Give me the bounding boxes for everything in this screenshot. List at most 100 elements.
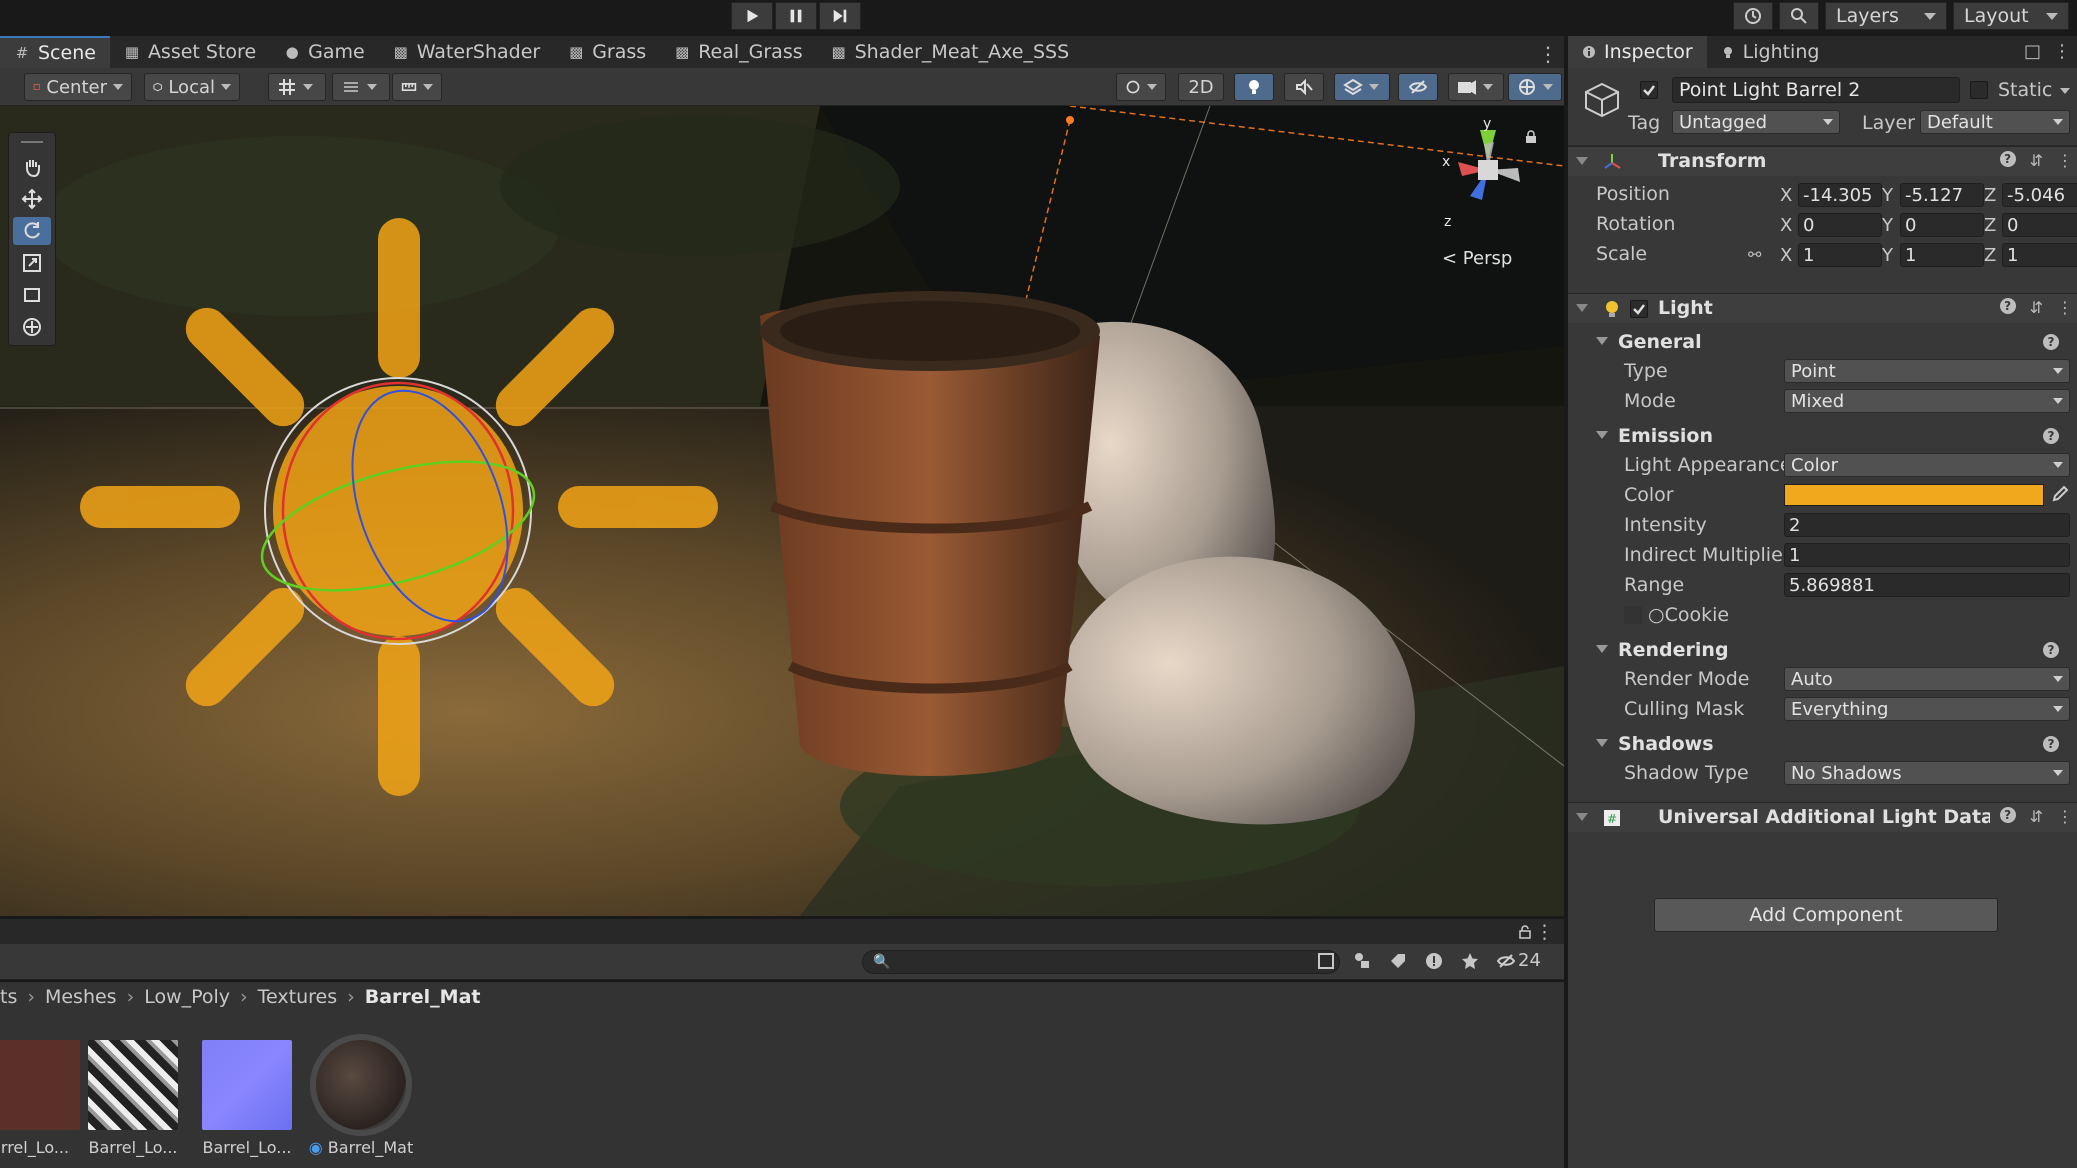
- camera-settings-button[interactable]: [1448, 73, 1504, 101]
- tab-grass[interactable]: ▩ Grass: [554, 36, 660, 68]
- lock-icon[interactable]: [1518, 925, 1532, 939]
- presets-icon[interactable]: ⇵: [2030, 151, 2043, 170]
- intensity-field[interactable]: 2: [1784, 513, 2070, 537]
- tab-asset-store[interactable]: ▦ Asset Store: [110, 36, 270, 68]
- scene-viewport[interactable]: y x z < Persp: [0, 106, 1564, 916]
- scale-z-field[interactable]: 1: [2002, 243, 2077, 267]
- add-component-button[interactable]: Add Component: [1654, 898, 1998, 932]
- help-icon[interactable]: ?: [1999, 807, 2016, 823]
- position-z-field[interactable]: -5.046: [2002, 183, 2077, 207]
- transform-tool[interactable]: [13, 313, 51, 341]
- rotation-y-field[interactable]: 0: [1900, 213, 1984, 237]
- gizmos-toggle[interactable]: [1508, 73, 1562, 101]
- object-picker-icon[interactable]: ○: [1648, 604, 1665, 626]
- drag-handle[interactable]: [21, 141, 43, 145]
- search-by-type-icon[interactable]: [1316, 951, 1336, 971]
- chevron-down-icon[interactable]: [1576, 157, 1588, 165]
- pause-button[interactable]: [775, 2, 817, 30]
- lighting-toggle[interactable]: [1234, 73, 1274, 101]
- help-icon[interactable]: ?: [2043, 428, 2059, 444]
- shading-mode-button[interactable]: [1116, 73, 1166, 101]
- emission-section[interactable]: Emission ?: [1568, 422, 2077, 450]
- tab-shader-meat-axe[interactable]: ▩ Shader_Meat_Axe_SSS: [817, 36, 1084, 68]
- perspective-label[interactable]: < Persp: [1442, 248, 1512, 269]
- more-options-icon[interactable]: ⋮: [2057, 807, 2073, 826]
- pivot-dropdown[interactable]: Center: [24, 73, 132, 101]
- lock-icon[interactable]: [1524, 130, 1538, 144]
- help-icon[interactable]: ?: [2043, 642, 2059, 658]
- mode-dropdown[interactable]: Mixed: [1784, 389, 2070, 413]
- breadcrumb-item[interactable]: Meshes: [45, 986, 117, 1008]
- chevron-down-icon[interactable]: [2060, 88, 2070, 94]
- more-options-icon[interactable]: ⋮: [2057, 298, 2073, 317]
- constrain-proportions-icon[interactable]: ⚯: [1748, 245, 1761, 264]
- general-section[interactable]: General ?: [1568, 328, 2077, 356]
- render-mode-dropdown[interactable]: Auto: [1784, 667, 2070, 691]
- play-button[interactable]: [731, 2, 773, 30]
- urp-light-data-header[interactable]: # Universal Additional Light Data (Scr ?…: [1568, 802, 2077, 832]
- more-options-icon[interactable]: ⋮: [1535, 921, 1554, 943]
- object-name-field[interactable]: Point Light Barrel 2: [1672, 77, 1960, 103]
- step-button[interactable]: [819, 2, 861, 30]
- lock-icon[interactable]: □: [2024, 41, 2041, 62]
- filter-by-label-icon[interactable]: [1388, 951, 1408, 971]
- tab-game[interactable]: ● Game: [270, 36, 379, 68]
- rotation-x-field[interactable]: 0: [1798, 213, 1882, 237]
- increment-snap-button[interactable]: [332, 73, 390, 101]
- hidden-packages-toggle[interactable]: 24: [1496, 950, 1541, 971]
- rotate-tool[interactable]: [13, 217, 51, 245]
- tab-watershader[interactable]: ▩ WaterShader: [379, 36, 554, 68]
- grid-snap-button[interactable]: [268, 73, 326, 101]
- transform-component-header[interactable]: Transform ? ⇵ ⋮: [1568, 146, 2077, 176]
- chevron-down-icon[interactable]: [1596, 645, 1608, 653]
- more-options-icon[interactable]: ⋮: [2057, 151, 2073, 170]
- position-y-field[interactable]: -5.127: [1900, 183, 1984, 207]
- asset-item[interactable]: Barrel_Lo...: [78, 1028, 188, 1157]
- help-icon[interactable]: ?: [2043, 334, 2059, 350]
- history-button[interactable]: [1733, 2, 1773, 30]
- presets-icon[interactable]: ⇵: [2030, 298, 2043, 317]
- audio-toggle[interactable]: [1284, 73, 1324, 101]
- type-dropdown[interactable]: Point: [1784, 359, 2070, 383]
- hand-tool[interactable]: [13, 153, 51, 181]
- cookie-checkbox[interactable]: [1624, 606, 1642, 624]
- breadcrumb-item[interactable]: Low_Poly: [144, 986, 230, 1008]
- scale-y-field[interactable]: 1: [1900, 243, 1984, 267]
- space-dropdown[interactable]: Local: [144, 73, 240, 101]
- chevron-down-icon[interactable]: [1576, 304, 1588, 312]
- tab-inspector[interactable]: Inspector: [1568, 36, 1707, 68]
- tab-real-grass[interactable]: ▩ Real_Grass: [660, 36, 816, 68]
- rotation-z-field[interactable]: 0: [2002, 213, 2077, 237]
- position-x-field[interactable]: -14.305: [1798, 183, 1882, 207]
- static-checkbox[interactable]: [1970, 81, 1988, 99]
- mode-2d-button[interactable]: 2D: [1178, 73, 1224, 101]
- breadcrumb-current[interactable]: Barrel_Mat: [365, 986, 481, 1008]
- range-field[interactable]: 5.869881: [1784, 573, 2070, 597]
- project-search-input[interactable]: 🔍: [862, 950, 1340, 974]
- rendering-section[interactable]: Rendering ?: [1568, 636, 2077, 664]
- move-tool[interactable]: [13, 185, 51, 213]
- filter-by-type-icon[interactable]: [1352, 951, 1372, 971]
- star-icon[interactable]: [1460, 951, 1480, 971]
- scale-tool[interactable]: [13, 249, 51, 277]
- asset-item[interactable]: ◉ Barrel_Mat: [306, 1028, 416, 1157]
- more-options-icon[interactable]: ⋮: [2053, 41, 2071, 62]
- breadcrumb-item[interactable]: Textures: [258, 986, 337, 1008]
- chevron-down-icon[interactable]: [1596, 739, 1608, 747]
- presets-icon[interactable]: ⇵: [2030, 807, 2043, 826]
- visibility-toggle[interactable]: [1398, 73, 1438, 101]
- shadow-type-dropdown[interactable]: No Shadows: [1784, 761, 2070, 785]
- search-button[interactable]: [1779, 2, 1819, 30]
- eyedropper-icon[interactable]: [2050, 484, 2070, 504]
- light-appearance-dropdown[interactable]: Color: [1784, 453, 2070, 477]
- light-component-header[interactable]: Light ? ⇵ ⋮: [1568, 293, 2077, 323]
- asset-item[interactable]: rrel_Lo...: [0, 1028, 90, 1157]
- tab-scene[interactable]: # Scene: [0, 36, 110, 68]
- indirect-multiplier-field[interactable]: 1: [1784, 543, 2070, 567]
- culling-mask-dropdown[interactable]: Everything: [1784, 697, 2070, 721]
- effects-toggle[interactable]: [1334, 73, 1390, 101]
- rect-tool[interactable]: [13, 281, 51, 309]
- breadcrumb-item[interactable]: ts: [0, 986, 17, 1008]
- help-icon[interactable]: ?: [1999, 151, 2016, 167]
- help-icon[interactable]: ?: [1999, 298, 2016, 314]
